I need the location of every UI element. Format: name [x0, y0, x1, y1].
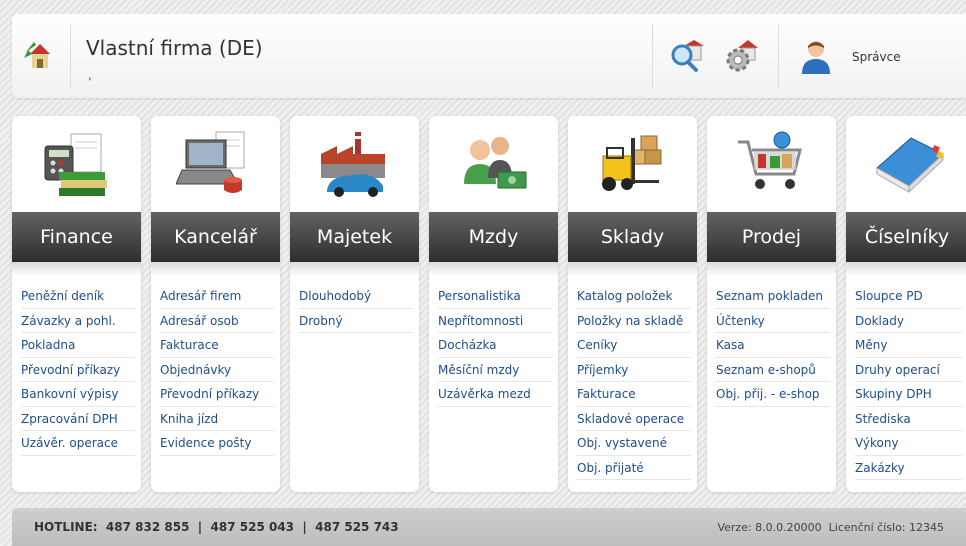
people-money-icon	[429, 116, 558, 212]
menu-link[interactable]: Skladové operace	[577, 407, 691, 431]
forklift-icon	[568, 116, 697, 212]
module-band	[846, 262, 966, 276]
calculator-books-icon	[12, 116, 141, 212]
module-header-kancelar[interactable]: Kancelář	[151, 212, 280, 262]
menu-link[interactable]: Střediska	[855, 407, 962, 431]
module-header-mzdy[interactable]: Mzdy	[429, 212, 558, 262]
menu-link[interactable]: Převodní příkazy	[160, 382, 274, 407]
module-band	[568, 262, 697, 276]
menu-link[interactable]: Položky na skladě	[577, 309, 691, 333]
menu-link[interactable]: Drobný	[299, 309, 413, 333]
menu-link[interactable]: Fakturace	[577, 382, 691, 407]
module-mzdy: Mzdy Personalistika Nepřítomnosti Docház…	[429, 116, 558, 492]
user-name[interactable]: Správce	[852, 50, 901, 64]
module-band	[429, 262, 558, 276]
module-header-prodej[interactable]: Prodej	[707, 212, 836, 262]
menu-link[interactable]: Doklady	[855, 309, 962, 333]
menu-link[interactable]: Adresář firem	[160, 284, 274, 309]
menu-link[interactable]: Pokladna	[21, 333, 135, 358]
menu-link[interactable]: Docházka	[438, 333, 552, 358]
menu-link[interactable]: Nepřítomnosti	[438, 309, 552, 333]
menu-link[interactable]: Ceníky	[577, 333, 691, 358]
module-majetek: Majetek Dlouhodobý Drobný	[290, 116, 419, 492]
menu-link[interactable]: Sloupce PD	[855, 284, 962, 309]
module-header-finance[interactable]: Finance	[12, 212, 141, 262]
module-links: Personalistika Nepřítomnosti Docházka Mě…	[438, 284, 552, 407]
module-band	[707, 262, 836, 276]
menu-link[interactable]: Zpracování DPH	[21, 407, 135, 431]
menu-link[interactable]: Výkony	[855, 431, 962, 456]
menu-link[interactable]: Personalistika	[438, 284, 552, 309]
factory-car-icon	[290, 116, 419, 212]
menu-link[interactable]: Kasa	[716, 333, 830, 358]
user-avatar-icon[interactable]	[798, 38, 834, 74]
settings-house-icon[interactable]	[724, 38, 760, 74]
menu-link[interactable]: Druhy operací	[855, 358, 962, 382]
menu-link[interactable]: Uzávěrka mezd	[438, 382, 552, 407]
module-links: Seznam pokladen Účtenky Kasa Seznam e-sh…	[716, 284, 830, 407]
search-house-icon[interactable]	[668, 38, 704, 74]
module-header-ciselniky[interactable]: Číselníky	[846, 212, 966, 262]
company-subtitle: ,	[88, 68, 92, 82]
menu-link[interactable]: Měsíční mzdy	[438, 358, 552, 382]
module-links: Peněžní deník Závazky a pohl. Pokladna P…	[21, 284, 135, 456]
header-divider	[778, 24, 779, 88]
company-title: Vlastní firma (DE)	[86, 36, 263, 60]
top-header: Vlastní firma (DE) , Správce	[12, 14, 966, 98]
module-links: Sloupce PD Doklady Měny Druhy operací Sk…	[855, 284, 962, 480]
menu-link[interactable]: Kniha jízd	[160, 407, 274, 431]
module-links: Katalog položek Položky na skladě Ceníky…	[577, 284, 691, 480]
menu-link[interactable]: Zakázky	[855, 456, 962, 480]
menu-link[interactable]: Peněžní deník	[21, 284, 135, 309]
module-prodej: Prodej Seznam pokladen Účtenky Kasa Sezn…	[707, 116, 836, 492]
module-header-sklady[interactable]: Sklady	[568, 212, 697, 262]
menu-link[interactable]: Bankovní výpisy	[21, 382, 135, 407]
module-links: Dlouhodobý Drobný	[299, 284, 413, 333]
menu-link[interactable]: Převodní příkazy	[21, 358, 135, 382]
menu-link[interactable]: Uzávěr. operace	[21, 431, 135, 456]
module-links: Adresář firem Adresář osob Fakturace Obj…	[160, 284, 274, 456]
menu-link[interactable]: Měny	[855, 333, 962, 358]
menu-link[interactable]: Obj. přij. - e-shop	[716, 382, 830, 407]
footer-bar: HOTLINE: 487 832 855 | 487 525 043 | 487…	[12, 508, 966, 546]
shopping-cart-icon	[707, 116, 836, 212]
menu-link[interactable]: Seznam e-shopů	[716, 358, 830, 382]
module-sklady: Sklady Katalog položek Položky na skladě…	[568, 116, 697, 492]
menu-link[interactable]: Závazky a pohl.	[21, 309, 135, 333]
module-band	[151, 262, 280, 276]
module-band	[290, 262, 419, 276]
header-divider	[70, 24, 71, 88]
menu-link[interactable]: Dlouhodobý	[299, 284, 413, 309]
menu-link[interactable]: Fakturace	[160, 333, 274, 358]
menu-link[interactable]: Obj. vystavené	[577, 431, 691, 456]
module-ciselniky: Číselníky Sloupce PD Doklady Měny Druhy …	[846, 116, 966, 492]
menu-link[interactable]: Objednávky	[160, 358, 274, 382]
menu-link[interactable]: Skupiny DPH	[855, 382, 962, 407]
module-finance: Finance Peněžní deník Závazky a pohl. Po…	[12, 116, 141, 492]
home-icon[interactable]	[22, 38, 58, 74]
laptop-icon	[151, 116, 280, 212]
version-text: Verze: 8.0.0.20000 Licenční číslo: 12345	[717, 521, 944, 534]
book-icon	[846, 116, 966, 212]
menu-link[interactable]: Katalog položek	[577, 284, 691, 309]
menu-link[interactable]: Obj. přijaté	[577, 456, 691, 480]
menu-link[interactable]: Příjemky	[577, 358, 691, 382]
menu-link[interactable]: Účtenky	[716, 309, 830, 333]
module-band	[12, 262, 141, 276]
menu-link[interactable]: Evidence pošty	[160, 431, 274, 456]
menu-link[interactable]: Seznam pokladen	[716, 284, 830, 309]
module-kancelar: Kancelář Adresář firem Adresář osob Fakt…	[151, 116, 280, 492]
hotline-text: HOTLINE: 487 832 855 | 487 525 043 | 487…	[34, 520, 399, 534]
module-header-majetek[interactable]: Majetek	[290, 212, 419, 262]
header-divider	[652, 24, 653, 88]
menu-link[interactable]: Adresář osob	[160, 309, 274, 333]
